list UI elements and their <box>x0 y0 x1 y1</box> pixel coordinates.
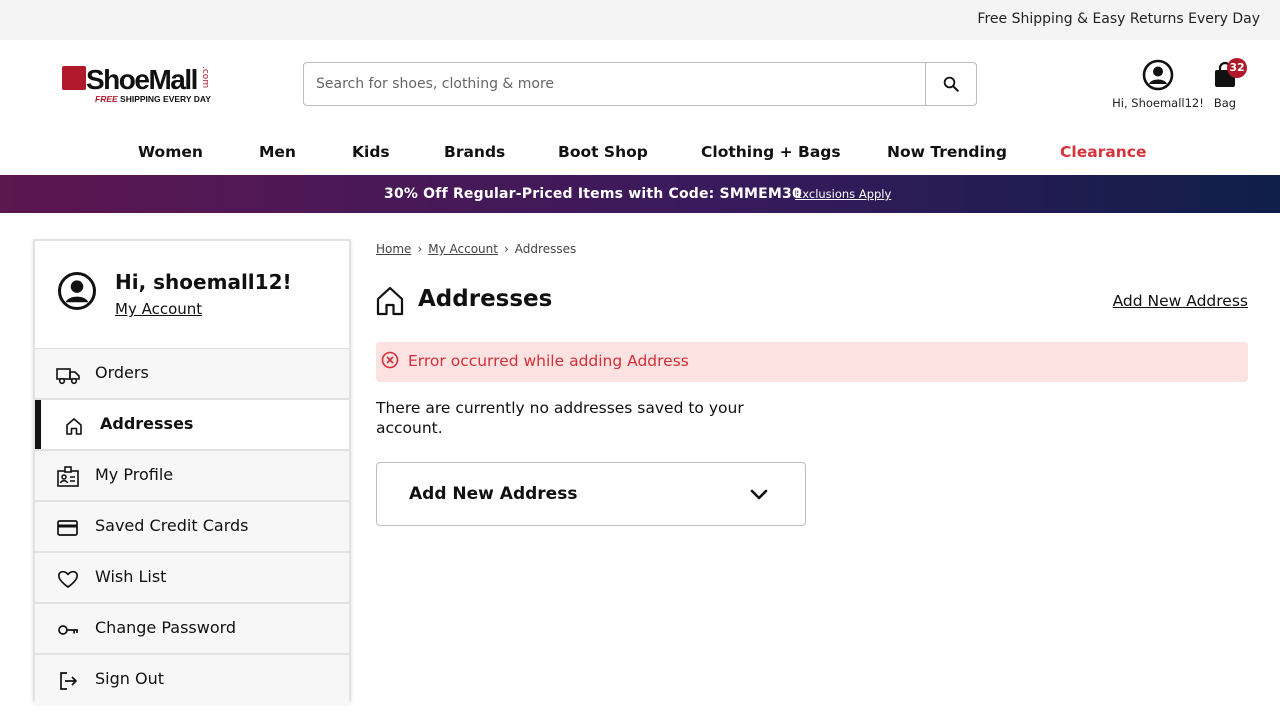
home-icon <box>66 418 82 435</box>
truck-icon <box>56 368 80 385</box>
sidebar-item-orders[interactable]: Orders <box>35 349 349 400</box>
promo-banner: 30% Off Regular-Priced Items with Code: … <box>0 175 1280 213</box>
top-announcement-bar: Free Shipping & Easy Returns Every Day <box>0 0 1280 40</box>
promo-text: 30% Off Regular-Priced Items with Code: … <box>384 186 802 202</box>
page-title: Addresses <box>418 286 553 312</box>
search-bar <box>303 62 977 106</box>
sidebar-greeting: Hi, shoemall12! <box>115 270 292 294</box>
error-alert: Error occurred while adding Address <box>376 342 1248 382</box>
nav-clearance[interactable]: Clearance <box>1060 143 1147 161</box>
error-message: Error occurred while adding Address <box>408 352 689 370</box>
credit-card-icon <box>57 520 78 536</box>
sidebar-item-label: Change Password <box>95 618 237 637</box>
error-circle-x-icon <box>381 351 399 369</box>
breadcrumb-home[interactable]: Home <box>376 242 411 256</box>
logo-tagline: FREE SHIPPING EVERY DAY <box>95 94 211 104</box>
nav-clothing-bags[interactable]: Clothing + Bags <box>701 143 841 161</box>
shoemall-logo[interactable]: ShoeMall .com FREE SHIPPING EVERY DAY <box>62 64 222 108</box>
bag-count-badge: 32 <box>1227 58 1247 78</box>
exclusions-link[interactable]: Exclusions Apply <box>795 187 891 201</box>
account-button[interactable]: Hi, Shoemall12! <box>1108 58 1208 112</box>
heart-icon <box>57 570 79 588</box>
main-nav: Women Men Kids Brands Boot Shop Clothing… <box>0 140 1280 166</box>
search-button[interactable] <box>925 63 976 105</box>
nav-kids[interactable]: Kids <box>352 143 390 161</box>
accordion-label: Add New Address <box>409 484 578 504</box>
sign-out-icon <box>60 672 77 690</box>
sidebar-item-addresses[interactable]: Addresses <box>35 400 349 451</box>
breadcrumb: Home › My Account › Addresses <box>376 242 576 256</box>
nav-boot-shop[interactable]: Boot Shop <box>558 143 648 161</box>
shipping-message: Free Shipping & Easy Returns Every Day <box>977 11 1260 27</box>
nav-brands[interactable]: Brands <box>444 143 505 161</box>
sidebar-item-saved-credit-cards[interactable]: Saved Credit Cards <box>35 502 349 553</box>
empty-state-text: There are currently no addresses saved t… <box>376 399 744 437</box>
sidebar-header: Hi, shoemall12! My Account <box>35 241 349 349</box>
sidebar-item-label: My Profile <box>95 465 174 484</box>
account-sidebar: Hi, shoemall12! My Account Orders Addres… <box>33 239 351 706</box>
sidebar-item-change-password[interactable]: Change Password <box>35 604 349 655</box>
sidebar-item-label: Addresses <box>100 414 194 433</box>
sidebar-item-label: Saved Credit Cards <box>95 516 249 535</box>
chevron-down-icon <box>750 489 768 500</box>
bag-button[interactable]: 32 Bag <box>1205 58 1247 112</box>
logo-domain: .com <box>200 66 210 89</box>
user-circle-icon <box>1142 59 1174 91</box>
sidebar-item-my-profile[interactable]: My Profile <box>35 451 349 502</box>
nav-women[interactable]: Women <box>138 143 203 161</box>
add-new-address-link[interactable]: Add New Address <box>1113 292 1248 310</box>
id-card-icon <box>57 466 79 487</box>
breadcrumb-my-account[interactable]: My Account <box>428 242 498 256</box>
account-greeting: Hi, Shoemall12! <box>1112 96 1204 110</box>
user-circle-icon <box>58 272 96 310</box>
nav-now-trending[interactable]: Now Trending <box>887 143 1007 161</box>
sidebar-item-sign-out[interactable]: Sign Out <box>35 655 349 706</box>
logo-wordmark: ShoeMall <box>86 64 198 95</box>
sidebar-item-label: Wish List <box>95 567 167 586</box>
bag-label: Bag <box>1213 96 1237 110</box>
nav-men[interactable]: Men <box>259 143 296 161</box>
chevron-right-icon: › <box>503 242 509 256</box>
home-icon <box>376 286 404 316</box>
key-icon <box>58 625 78 635</box>
sidebar-item-wish-list[interactable]: Wish List <box>35 553 349 604</box>
search-input[interactable] <box>304 63 926 105</box>
sidebar-item-label: Sign Out <box>95 669 164 688</box>
my-account-link[interactable]: My Account <box>115 300 202 318</box>
breadcrumb-current: Addresses <box>514 242 577 256</box>
chevron-right-icon: › <box>417 242 423 256</box>
add-new-address-accordion[interactable]: Add New Address <box>376 462 806 526</box>
search-icon <box>943 76 959 92</box>
sidebar-item-label: Orders <box>95 363 149 382</box>
